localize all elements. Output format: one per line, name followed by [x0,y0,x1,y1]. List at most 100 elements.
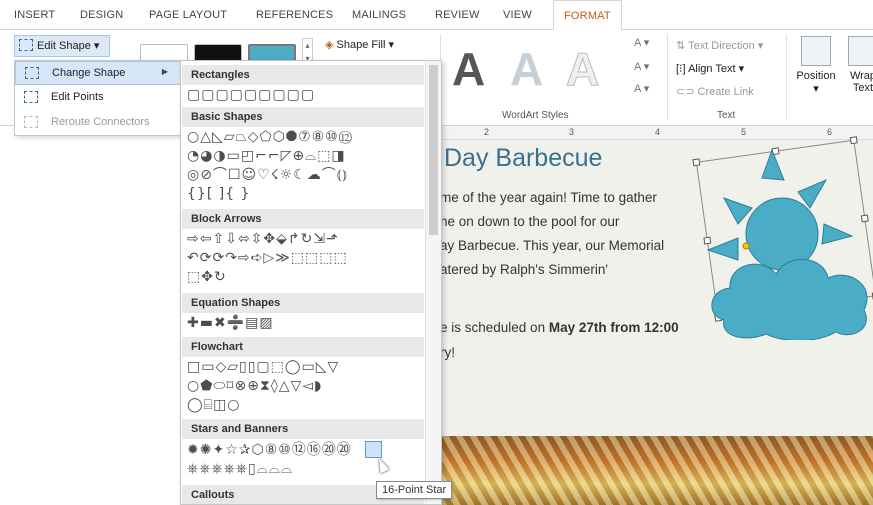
sun-ray [722,197,753,225]
shape-row[interactable]: ✹✺✦☆✰⬡⑧⑩⑫⑯⑳⑳ [187,441,352,459]
reroute-connectors-icon [24,116,38,128]
tab-review[interactable]: REVIEW [435,9,480,21]
text-group-label: Text [717,110,736,121]
ruler-mark: 3 [569,127,575,137]
wordart-styles-label: WordArt Styles [502,110,569,121]
menu-edit-points-label: Edit Points [51,91,104,103]
scrollbar-thumb[interactable] [429,65,438,235]
position-icon [801,36,831,66]
edit-shape-icon [19,39,33,51]
tab-page-layout[interactable]: PAGE LAYOUT [149,9,227,21]
shape-row[interactable]: ◔◕◑▭◰⌐⌐◸⊕⌓⬚◨ [187,147,346,165]
wrap-text-icon [848,36,873,66]
text-direction-button[interactable]: ⇅ Text Direction ▾ [676,39,763,52]
schedule-prefix: e is scheduled on [440,320,549,335]
menu-edit-points[interactable]: Edit Points [15,86,181,110]
text-outline-button[interactable]: A ▾ [634,60,649,73]
shape-row[interactable]: ⬚✥↻ [187,268,227,286]
ruler-mark: 5 [741,127,747,137]
gallery-section-header: Stars and Banners [182,419,424,439]
edit-shape-label: Edit Shape [37,40,91,52]
text-effects-button[interactable]: A ▾ [634,82,649,95]
paint-bucket-icon: ◈ [325,39,334,51]
sun-ray [821,223,854,245]
ruler-mark: 4 [655,127,661,137]
wordart-style-dark[interactable]: A [452,42,485,96]
group-separator [786,34,787,120]
ruler-mark: 6 [827,127,833,137]
align-text-button[interactable]: [⁝] Align Text ▾ [676,62,744,75]
tab-design[interactable]: DESIGN [80,9,123,21]
wordart-style-outline[interactable]: A [565,42,599,96]
gallery-section-header: Block Arrows [182,209,424,229]
shape-fill-label: Shape Fill [336,39,386,51]
document-line: ay Barbecue. This year, our Memorial [440,238,665,253]
shape-row[interactable]: ▢▢▢▢▢▢▢▢▢ [187,86,315,104]
gallery-section-header: Rectangles [182,65,424,85]
horizontal-ruler: 2 3 4 5 6 [440,126,873,140]
document-line: atered by Ralph's Simmerin' [440,262,608,277]
sun-cloud-shape[interactable] [700,140,873,340]
menu-reroute-connectors-label: Reroute Connectors [51,116,150,128]
tab-insert[interactable]: INSERT [14,9,55,21]
wordart-style-light[interactable]: A [510,42,543,96]
tab-references[interactable]: REFERENCES [256,9,333,21]
sixteen-point-star-shape[interactable] [365,441,382,458]
menu-change-shape-label: Change Shape [52,67,126,79]
text-direction-icon: ⇅ [676,40,689,52]
shape-tooltip: 16-Point Star [376,481,453,499]
position-button[interactable]: Position ▾ [793,36,839,95]
gallery-scrollbar[interactable] [425,61,441,504]
gallery-section-header: Basic Shapes [182,107,424,127]
cloud [711,259,868,340]
tab-format[interactable]: FORMAT [553,0,622,31]
create-link-label: Create Link [697,86,754,98]
create-link-button[interactable]: ⊂⊃ Create Link [676,85,754,98]
ribbon-tabs: INSERT DESIGN PAGE LAYOUT REFERENCES MAI… [0,0,873,31]
wrap-text-button[interactable]: Wrap Text [843,36,873,94]
link-icon: ⊂⊃ [676,86,698,98]
align-text-label: Align Text [688,63,736,75]
group-separator [667,34,668,120]
text-direction-label: Text Direction [688,40,755,52]
submenu-arrow-icon: ▶ [161,67,168,76]
gallery-section-header: Flowchart [182,337,424,357]
align-text-icon: [⁝] [676,63,689,75]
shape-row[interactable]: {}[ ]{ } [187,185,250,203]
document-line: ry! [440,345,455,360]
document-schedule-line: e is scheduled on May 27th from 12:00 [440,320,679,335]
shape-row[interactable]: ○⬟⬭⌑⊗⊕⧗◊△▽◅◗ [187,377,322,395]
shape-row[interactable]: ✚▬✖➗▤▨ [187,314,274,332]
menu-reroute-connectors[interactable]: Reroute Connectors [15,111,181,135]
document-line: ne on down to the pool for our [440,214,620,229]
shape-row[interactable]: □▭◇▱▯▯▢⬚◯▭◺▽ [187,358,339,376]
edit-shape-menu: Change Shape ▶ Edit Points Reroute Conne… [14,60,182,136]
sun-ray [706,237,739,261]
shape-row[interactable]: ⎈⎈⎈⎈⎈▯⌓⌓⌓ [187,460,293,478]
gallery-section-header: Equation Shapes [182,293,424,313]
ruler-mark: 2 [484,127,490,137]
change-shape-gallery: Rectangles ▢▢▢▢▢▢▢▢▢ Basic Shapes ○△◺▱⏢◇… [180,60,442,505]
document-line: me of the year again! Time to gather [440,190,657,205]
menu-change-shape[interactable]: Change Shape ▶ [15,61,181,85]
wrap-text-label: Wrap Text [849,70,873,94]
edit-points-icon [24,91,38,103]
tab-mailings[interactable]: MAILINGS [352,9,406,21]
text-fill-button[interactable]: A ▾ [634,36,649,49]
change-shape-icon [25,67,39,79]
schedule-date: May 27th from 12:00 [548,320,679,335]
shape-row[interactable]: ◎⊘⌒☐☺♡☇☼☾☁⌒⦅⦆ [187,166,348,184]
document-title: Day Barbecue [444,144,603,172]
barbecue-photo [440,436,873,505]
position-label: Position [796,70,836,82]
shape-row[interactable]: ◯⌸◫○ [187,396,241,414]
shape-row[interactable]: ○△◺▱⏢◇⬠⬡⯃⑦⑧⑩⑫ [187,128,353,146]
tab-view[interactable]: VIEW [503,9,532,21]
edit-shape-button[interactable]: Edit Shape ▾ [14,35,110,57]
shape-row[interactable]: ⇨⇦⇧⇩⬄⇳✥⬙↱↻⇲⬏ [187,230,339,248]
shape-row[interactable]: ↶⟳⟳↷⇨➪▷≫⬚⬚⬚⬚ [187,249,348,267]
shape-fill-button[interactable]: ◈ Shape Fill ▾ [325,38,394,51]
sun-circle [745,197,819,271]
sun-ray [761,148,785,181]
adjustment-handle[interactable] [742,242,750,250]
